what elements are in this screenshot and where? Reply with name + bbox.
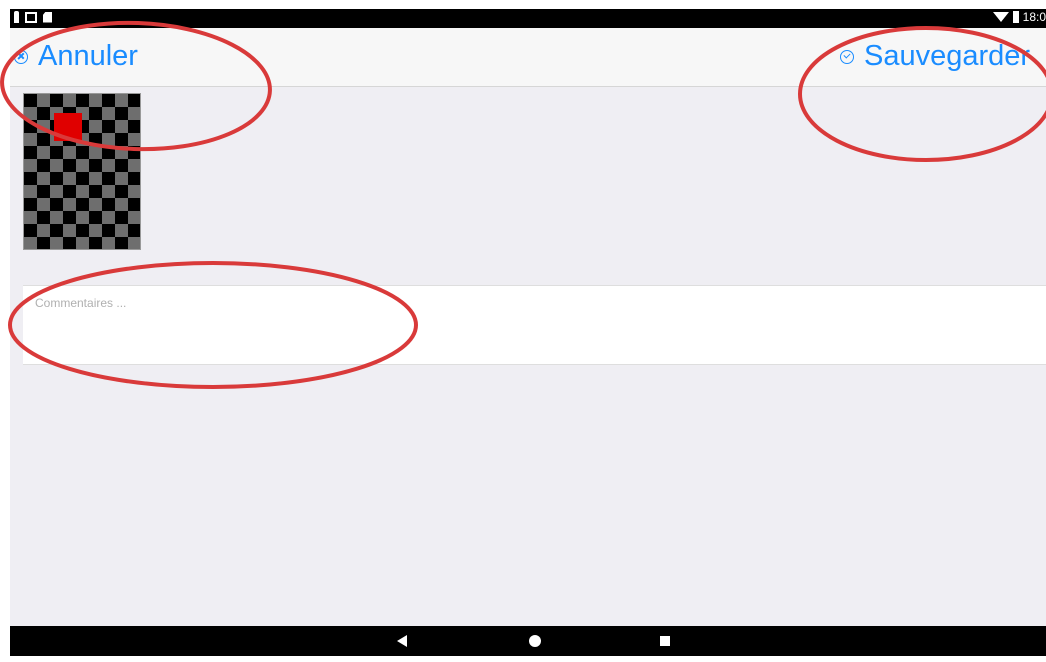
home-icon[interactable] (529, 635, 541, 647)
sd-card-icon (43, 11, 52, 23)
image-thumbnail[interactable] (23, 93, 141, 250)
app-window: 18:0 Annuler Sauvegarder (10, 9, 1046, 656)
comment-input[interactable] (23, 286, 1046, 364)
check-circle-icon (840, 49, 854, 64)
cancel-label: Annuler (38, 40, 138, 72)
thumbnail-red-square (54, 113, 82, 141)
save-button[interactable]: Sauvegarder (840, 40, 1030, 73)
notification-icons (14, 11, 52, 23)
system-icons: 18:0 (992, 10, 1046, 24)
status-time: 18:0 (1022, 10, 1046, 24)
back-icon[interactable] (397, 635, 407, 647)
cancel-circle-icon (14, 49, 28, 64)
person-icon (14, 11, 19, 23)
cancel-button[interactable]: Annuler (14, 40, 138, 73)
status-bar: 18:0 (10, 9, 1046, 28)
battery-icon (1012, 11, 1019, 23)
header-toolbar: Annuler Sauvegarder (10, 28, 1046, 87)
navigation-bar (10, 626, 1046, 656)
mail-icon (25, 11, 37, 23)
comment-box (23, 285, 1046, 365)
recents-icon[interactable] (660, 636, 670, 646)
wifi-icon (992, 12, 1009, 22)
save-label: Sauvegarder (864, 40, 1031, 72)
